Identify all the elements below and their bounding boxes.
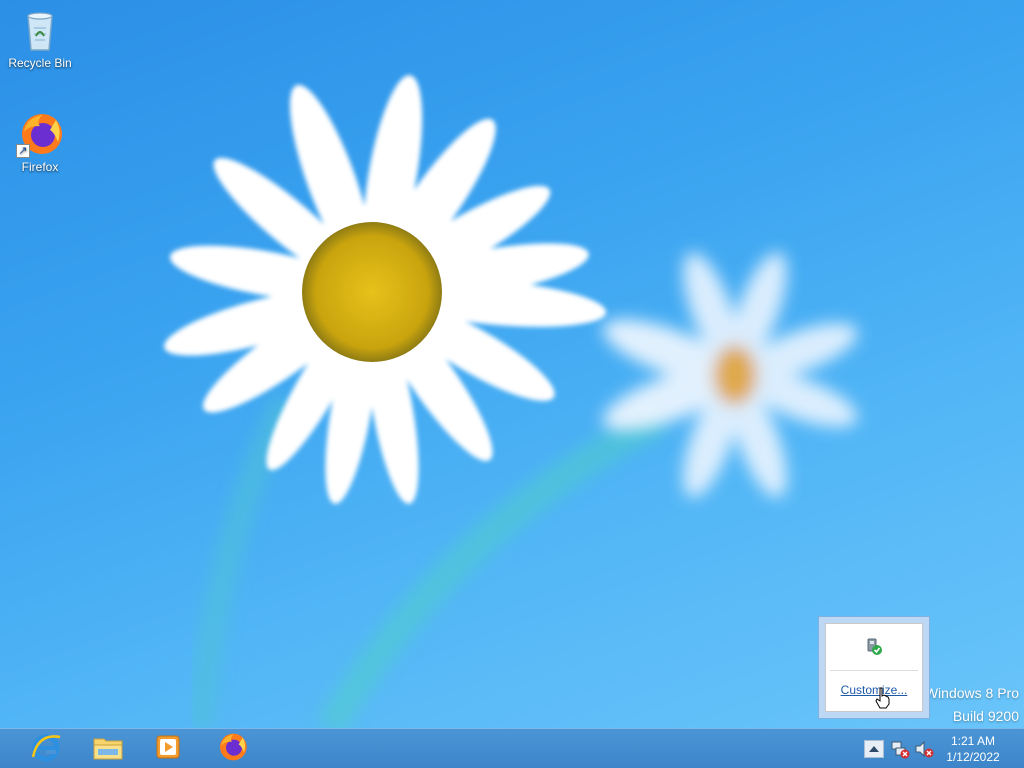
clock-date: 1/12/2022: [946, 750, 1000, 764]
customize-link[interactable]: Customize...: [826, 683, 922, 697]
shortcut-arrow-icon: ↗: [16, 144, 30, 158]
file-explorer-icon: [92, 731, 124, 768]
overflow-separator: [830, 670, 918, 671]
firefox-icon: ↗: [16, 110, 64, 158]
taskbar-file-explorer-button[interactable]: [80, 731, 136, 767]
desktop-icon-firefox[interactable]: ↗ Firefox: [2, 110, 78, 174]
hand-cursor-icon: [875, 687, 891, 709]
usb-safely-remove-icon[interactable]: [864, 637, 884, 657]
taskbar-media-player-button[interactable]: [140, 731, 196, 767]
overflow-icons-row: [826, 624, 922, 670]
show-hidden-icons-button[interactable]: [864, 740, 884, 758]
taskbar-internet-explorer-button[interactable]: [18, 731, 74, 767]
recycle-bin-icon: [16, 6, 64, 54]
taskbar-firefox-button[interactable]: [204, 731, 260, 767]
desktop-icon-recycle-bin[interactable]: Recycle Bin: [2, 6, 78, 70]
desktop-icon-label: Firefox: [21, 160, 59, 174]
media-player-icon: [154, 733, 182, 766]
internet-explorer-icon: [30, 731, 62, 768]
volume-muted-icon[interactable]: [914, 739, 934, 759]
clock-time: 1:21 AM: [950, 734, 996, 748]
overflow-panel: Customize...: [825, 623, 923, 712]
chevron-up-icon: [869, 746, 879, 752]
firefox-icon: [216, 731, 248, 768]
taskbar-clock[interactable]: 1:21 AM 1/12/2022: [938, 733, 1008, 765]
desktop-icon-label: Recycle Bin: [8, 56, 72, 70]
windows-build-watermark: Build 9200: [952, 708, 1019, 724]
windows-edition-watermark: Windows 8 Pro: [924, 685, 1019, 701]
notification-overflow-popup: Customize...: [818, 616, 930, 719]
taskbar: 1:21 AM 1/12/2022: [0, 728, 1024, 768]
network-disconnected-icon[interactable]: [890, 739, 910, 759]
